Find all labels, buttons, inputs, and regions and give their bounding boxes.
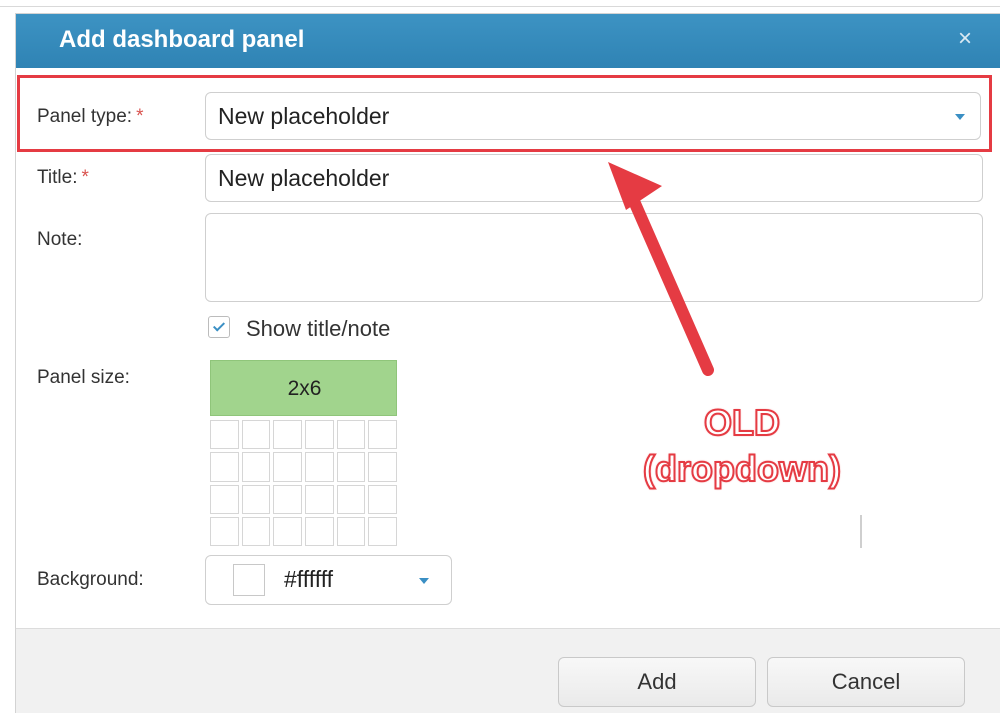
size-cell[interactable] xyxy=(368,452,397,482)
close-button[interactable]: × xyxy=(950,24,980,54)
title-label: Title: * xyxy=(37,167,89,189)
size-cell[interactable] xyxy=(368,420,397,450)
size-cell[interactable] xyxy=(241,452,271,482)
size-cell[interactable] xyxy=(210,516,239,546)
required-mark: * xyxy=(81,167,89,188)
chevron-down-icon xyxy=(419,578,429,584)
background-label: Background: xyxy=(37,569,144,590)
size-cell[interactable] xyxy=(304,484,334,514)
panel-size-selection[interactable]: 2x6 xyxy=(210,360,397,416)
size-cell[interactable] xyxy=(210,484,239,514)
size-cell[interactable] xyxy=(241,484,271,514)
arrow-icon xyxy=(608,162,714,376)
size-cell[interactable] xyxy=(210,420,239,450)
size-cell[interactable] xyxy=(210,452,239,482)
backdrop-divider xyxy=(0,6,1000,7)
panel-size-label: Panel size: xyxy=(37,367,130,388)
check-icon xyxy=(212,319,226,332)
size-cell[interactable] xyxy=(273,484,302,514)
size-cell[interactable] xyxy=(304,452,334,482)
show-title-note-checkbox[interactable] xyxy=(208,316,230,338)
background-color-value: #ffffff xyxy=(284,566,334,592)
size-cell[interactable] xyxy=(336,452,366,482)
size-cell[interactable] xyxy=(273,452,302,482)
panel-size-grid xyxy=(210,420,397,546)
add-button[interactable]: Add xyxy=(558,657,756,707)
highlight-box xyxy=(17,75,992,152)
panel-size-value: 2x6 xyxy=(287,377,322,400)
size-cell[interactable] xyxy=(273,516,302,546)
size-cell[interactable] xyxy=(368,484,397,514)
size-cell[interactable] xyxy=(368,516,397,546)
size-cell[interactable] xyxy=(241,420,271,450)
size-cell[interactable] xyxy=(304,516,334,546)
size-cell[interactable] xyxy=(336,484,366,514)
dialog-title: Add dashboard panel xyxy=(59,26,305,53)
dialog-titlebar: Add dashboard panel × xyxy=(16,14,1000,68)
size-cell[interactable] xyxy=(241,516,271,546)
size-cell[interactable] xyxy=(273,420,302,450)
dialog-footer: Add Cancel xyxy=(16,628,1000,713)
annotation-line2: (dropdown) xyxy=(642,447,842,490)
panel-size-picker[interactable]: 2x6 xyxy=(210,360,397,546)
title-input-value: New placeholder xyxy=(218,165,390,191)
annotation-callout: OLD (dropdown) xyxy=(622,400,862,492)
size-cell[interactable] xyxy=(336,516,366,546)
cancel-button[interactable]: Cancel xyxy=(767,657,965,707)
note-label: Note: xyxy=(37,229,83,250)
size-cell[interactable] xyxy=(304,420,334,450)
background-color-select[interactable]: #ffffff xyxy=(205,555,452,605)
size-cell[interactable] xyxy=(336,420,366,450)
background-color-swatch xyxy=(233,564,265,596)
annotation-line1: OLD xyxy=(703,401,781,444)
title-label-text: Title: xyxy=(37,167,78,188)
divider-mark xyxy=(860,515,862,548)
close-icon: × xyxy=(957,25,972,52)
show-title-note-label: Show title/note xyxy=(246,316,391,341)
